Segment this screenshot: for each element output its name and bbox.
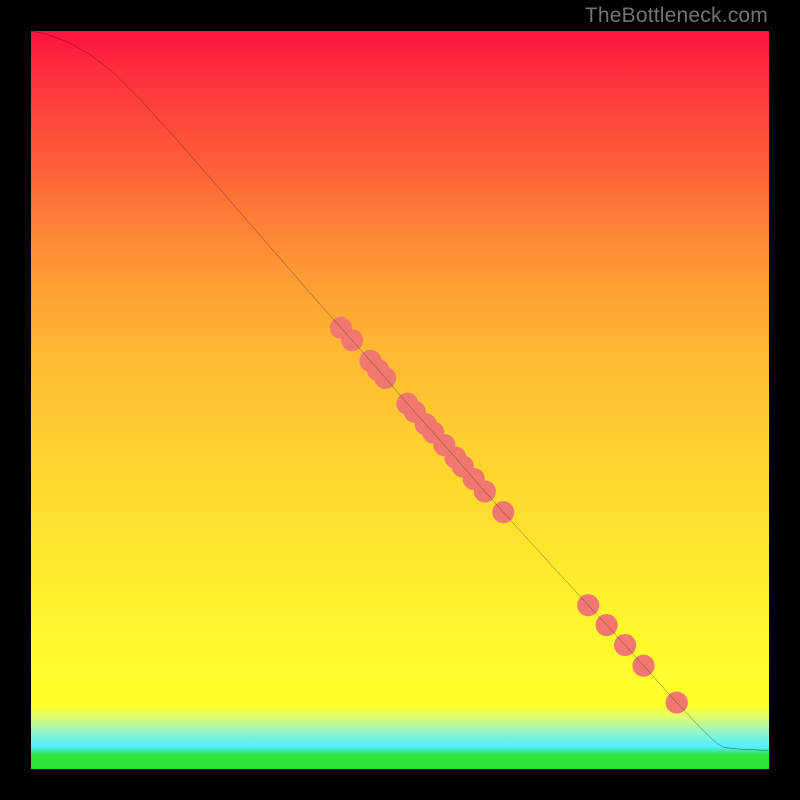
watermark-label: TheBottleneck.com — [585, 4, 768, 28]
data-curve — [31, 31, 769, 751]
chart-frame: TheBottleneck.com — [0, 0, 800, 800]
plot-area — [31, 31, 769, 769]
chart-svg — [31, 31, 769, 769]
